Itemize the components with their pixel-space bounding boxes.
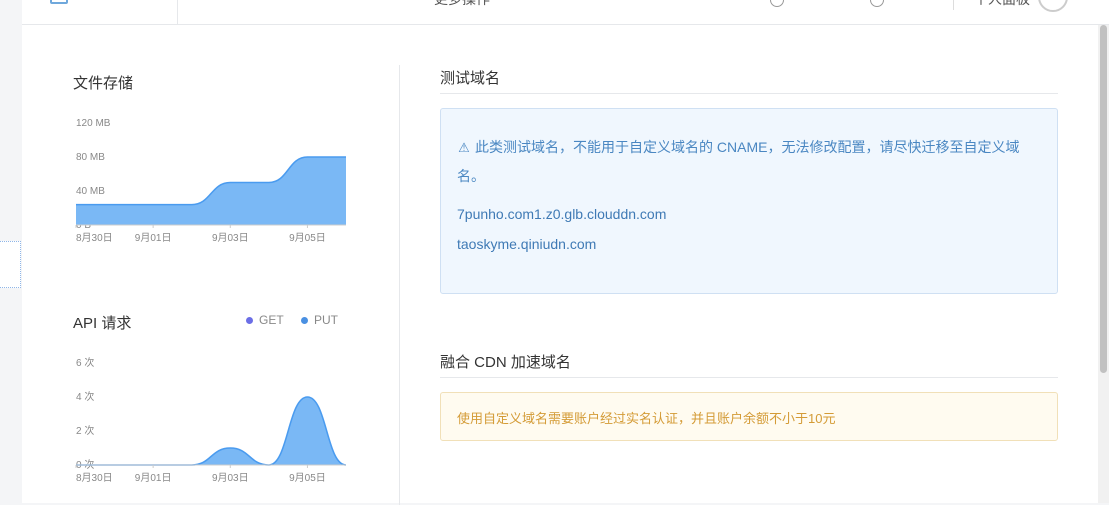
test-domain-link-2[interactable]: taoskyme.qiniudn.com xyxy=(457,236,596,252)
series-area xyxy=(76,397,346,465)
storage-title: 文件存储 xyxy=(73,75,134,92)
topbar-separator xyxy=(953,0,954,10)
x-tick-label: 9月05日 xyxy=(289,232,326,244)
api-title: API 请求 xyxy=(73,315,132,332)
x-tick-label: 8月30日 xyxy=(76,472,113,484)
test-domain-rule xyxy=(440,93,1058,94)
user-panel-link[interactable]: 个人面板 xyxy=(974,0,1030,9)
legend-item-get[interactable]: GET xyxy=(246,313,284,327)
y-tick-label: 40 MB xyxy=(76,186,105,197)
test-domain-warning: ⚠ 此类测试域名，不能用于自定义域名的 CNAME，无法修改配置，请尽快迁移至自定… xyxy=(457,133,1027,190)
logo-icon[interactable] xyxy=(50,0,68,4)
legend-dot-put xyxy=(301,317,309,325)
y-tick-label: 4 次 xyxy=(76,390,94,403)
y-tick-label: 6 次 xyxy=(76,356,94,369)
left-sidebar-strip xyxy=(0,0,22,503)
cdn-notice-box: 使用自定义域名需要账户经过实名认证，并且账户余额不小于10元 xyxy=(440,392,1058,441)
api-legend: GET PUT xyxy=(246,313,352,327)
top-navigation-bar: 更多操作 个人面板 xyxy=(22,0,1109,25)
cdn-domain-rule xyxy=(440,377,1058,378)
storage-chart: 120 MB80 MB40 MB0 B8月30日9月01日9月03日9月05日 xyxy=(75,118,346,244)
legend-label-get: GET xyxy=(259,313,284,327)
y-tick-label: 120 MB xyxy=(76,118,111,129)
bell-icon[interactable] xyxy=(870,0,884,7)
x-tick-label: 9月05日 xyxy=(289,472,326,484)
column-divider xyxy=(399,65,400,505)
sidebar-selected-item[interactable] xyxy=(0,241,21,288)
topbar-divider xyxy=(177,0,178,24)
warning-text: 此类测试域名，不能用于自定义域名的 CNAME，无法修改配置，请尽快迁移至自定义… xyxy=(457,139,1020,184)
more-operations-menu[interactable]: 更多操作 xyxy=(434,0,490,9)
test-domain-box: ⚠ 此类测试域名，不能用于自定义域名的 CNAME，无法修改配置，请尽快迁移至自定… xyxy=(440,108,1058,294)
test-domain-link-1[interactable]: 7punho.com1.z0.glb.clouddn.com xyxy=(457,206,666,222)
y-tick-label: 80 MB xyxy=(76,152,105,163)
scrollbar-thumb[interactable] xyxy=(1100,25,1107,373)
series-area xyxy=(76,157,346,225)
avatar[interactable] xyxy=(1038,0,1068,12)
x-tick-label: 9月03日 xyxy=(212,472,249,484)
overview-panel: 文件存储 120 MB80 MB40 MB0 B8月30日9月01日9月03日9… xyxy=(22,25,1098,505)
test-domain-title: 测试域名 xyxy=(440,70,501,87)
legend-item-put[interactable]: PUT xyxy=(301,313,338,327)
warning-icon: ⚠ xyxy=(458,140,470,155)
x-tick-label: 9月01日 xyxy=(135,232,172,244)
api-chart: 6 次4 次2 次0 次8月30日 9月01日 9月03日 9月05日 xyxy=(75,356,347,484)
vertical-scrollbar[interactable] xyxy=(1098,25,1109,503)
x-tick-label: 9月03日 xyxy=(212,232,249,244)
x-tick-label: 9月01日 xyxy=(135,472,172,484)
legend-dot-get xyxy=(246,317,253,325)
cdn-notice-text: 使用自定义域名需要账户经过实名认证，并且账户余额不小于10元 xyxy=(457,411,836,426)
y-tick-label: 2 次 xyxy=(76,424,94,437)
x-tick-label: 8月30日 xyxy=(76,232,113,244)
cdn-domain-title: 融合 CDN 加速域名 xyxy=(440,354,571,371)
gear-icon[interactable] xyxy=(770,0,784,7)
legend-label-put: PUT xyxy=(314,313,339,327)
